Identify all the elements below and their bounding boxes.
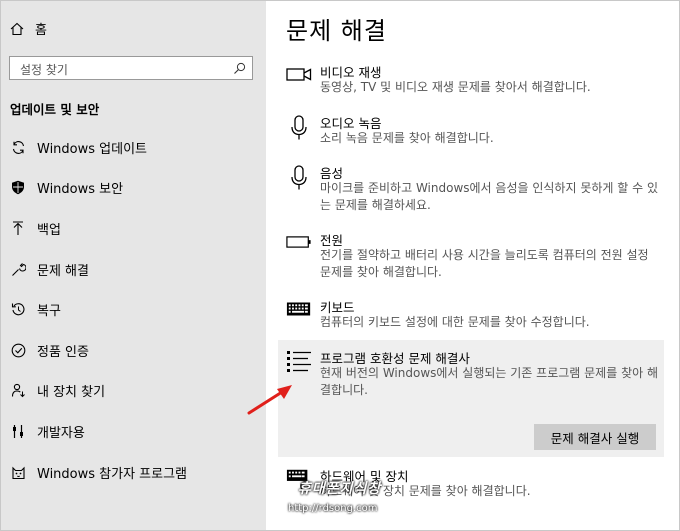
microphone-icon bbox=[286, 165, 312, 190]
troubleshooter-description: 동영상, TV 및 비디오 재생 문제를 찾아서 해결합니다. bbox=[320, 80, 591, 94]
troubleshooter-speech[interactable]: 음성 마이크를 준비하고 Windows에서 음성을 인식하지 못하게 할 수 … bbox=[286, 163, 666, 219]
sidebar-item-label: Windows 보안 bbox=[37, 182, 124, 198]
developer-tools-icon bbox=[10, 423, 26, 439]
page-title: 문제 해결 bbox=[286, 17, 387, 45]
sidebar-item-recovery[interactable]: 복구 bbox=[1, 289, 266, 330]
sidebar-item-label: 개발자용 bbox=[37, 425, 85, 441]
selected-troubleshooter-panel[interactable]: 프로그램 호환성 문제 해결사 현재 버전의 Windows에서 실행되는 기존… bbox=[278, 340, 664, 457]
troubleshooter-video-playback[interactable]: 비디오 재생 동영상, TV 및 비디오 재생 문제를 찾아서 해결합니다. bbox=[286, 62, 666, 102]
sidebar-item-label: Windows 업데이트 bbox=[37, 141, 148, 157]
sidebar: 홈 설정 찾기 업데이트 및 보안 Windows 업데이트 Windows 보… bbox=[1, 1, 266, 530]
search-input[interactable]: 설정 찾기 bbox=[20, 61, 68, 78]
home-icon bbox=[10, 22, 24, 35]
insider-cat-icon bbox=[10, 464, 26, 480]
sidebar-nav: Windows 업데이트 Windows 보안 백업 문제 해결 복구 정품 인… bbox=[1, 127, 266, 492]
sidebar-item-windows-update[interactable]: Windows 업데이트 bbox=[1, 127, 266, 168]
program-list-icon bbox=[286, 350, 312, 374]
troubleshooter-description: 소리 녹음 문제를 찾아 해결합니다. bbox=[320, 131, 494, 145]
sidebar-item-activation[interactable]: 정품 인증 bbox=[1, 330, 266, 371]
sidebar-item-insider-program[interactable]: Windows 참가자 프로그램 bbox=[1, 452, 266, 493]
search-box[interactable]: 설정 찾기 bbox=[9, 56, 253, 80]
run-troubleshooter-button[interactable]: 문제 해결사 실행 bbox=[534, 424, 656, 450]
keyboard-icon bbox=[286, 299, 312, 323]
sidebar-item-label: 문제 해결 bbox=[37, 263, 89, 279]
backup-arrow-icon bbox=[10, 220, 26, 236]
sidebar-item-troubleshoot[interactable]: 문제 해결 bbox=[1, 249, 266, 290]
home-link[interactable]: 홈 bbox=[10, 19, 47, 38]
sidebar-item-label: 백업 bbox=[37, 222, 61, 238]
troubleshooter-description: 마이크를 준비하고 Windows에서 음성을 인식하지 못하게 할 수 있는 … bbox=[320, 181, 659, 212]
battery-icon bbox=[286, 232, 312, 256]
sidebar-item-label: 정품 인증 bbox=[37, 344, 89, 360]
sidebar-item-backup[interactable]: 백업 bbox=[1, 208, 266, 249]
sidebar-item-find-my-device[interactable]: 내 장치 찾기 bbox=[1, 371, 266, 412]
sidebar-item-windows-security[interactable]: Windows 보안 bbox=[1, 168, 266, 209]
section-title: 업데이트 및 보안 bbox=[10, 102, 100, 117]
sidebar-item-label: 내 장치 찾기 bbox=[37, 385, 106, 401]
video-camera-icon bbox=[286, 64, 312, 88]
home-label: 홈 bbox=[35, 23, 47, 38]
troubleshooter-power[interactable]: 전원 전기를 절약하고 배터리 사용 시간을 늘리도록 컴퓨터의 전원 설정 문… bbox=[286, 230, 666, 286]
check-circle-icon bbox=[10, 342, 26, 358]
troubleshooter-description: 전기를 절약하고 배터리 사용 시간을 늘리도록 컴퓨터의 전원 설정 문제를 … bbox=[320, 248, 649, 279]
troubleshooter-description: 현재 버전의 Windows에서 실행되는 기존 프로그램 문제를 찾아 해결합… bbox=[320, 366, 659, 397]
recovery-icon bbox=[10, 302, 26, 318]
shield-icon bbox=[10, 180, 26, 196]
wrench-icon bbox=[10, 261, 26, 277]
search-icon[interactable] bbox=[233, 62, 246, 75]
troubleshooter-keyboard[interactable]: 키보드 컴퓨터의 키보드 설정에 대한 문제를 찾아 수정합니다. bbox=[286, 297, 666, 337]
person-pin-icon bbox=[10, 383, 26, 399]
sync-icon bbox=[10, 139, 26, 155]
sidebar-item-label: 복구 bbox=[37, 304, 61, 320]
watermark-text: 휴대폰지식창 bbox=[298, 481, 382, 497]
watermark-url: http://rdsong.com bbox=[288, 503, 378, 514]
troubleshooter-description: 컴퓨터의 키보드 설정에 대한 문제를 찾아 수정합니다. bbox=[320, 315, 590, 329]
troubleshooter-audio-recording[interactable]: 오디오 녹음 소리 녹음 문제를 찾아 해결합니다. bbox=[286, 113, 666, 153]
main-content: 문제 해결 비디오 재생 동영상, TV 및 비디오 재생 문제를 찾아서 해결… bbox=[266, 1, 679, 530]
microphone-icon bbox=[286, 115, 312, 140]
sidebar-item-developers[interactable]: 개발자용 bbox=[1, 411, 266, 452]
sidebar-item-label: Windows 참가자 프로그램 bbox=[37, 466, 188, 482]
